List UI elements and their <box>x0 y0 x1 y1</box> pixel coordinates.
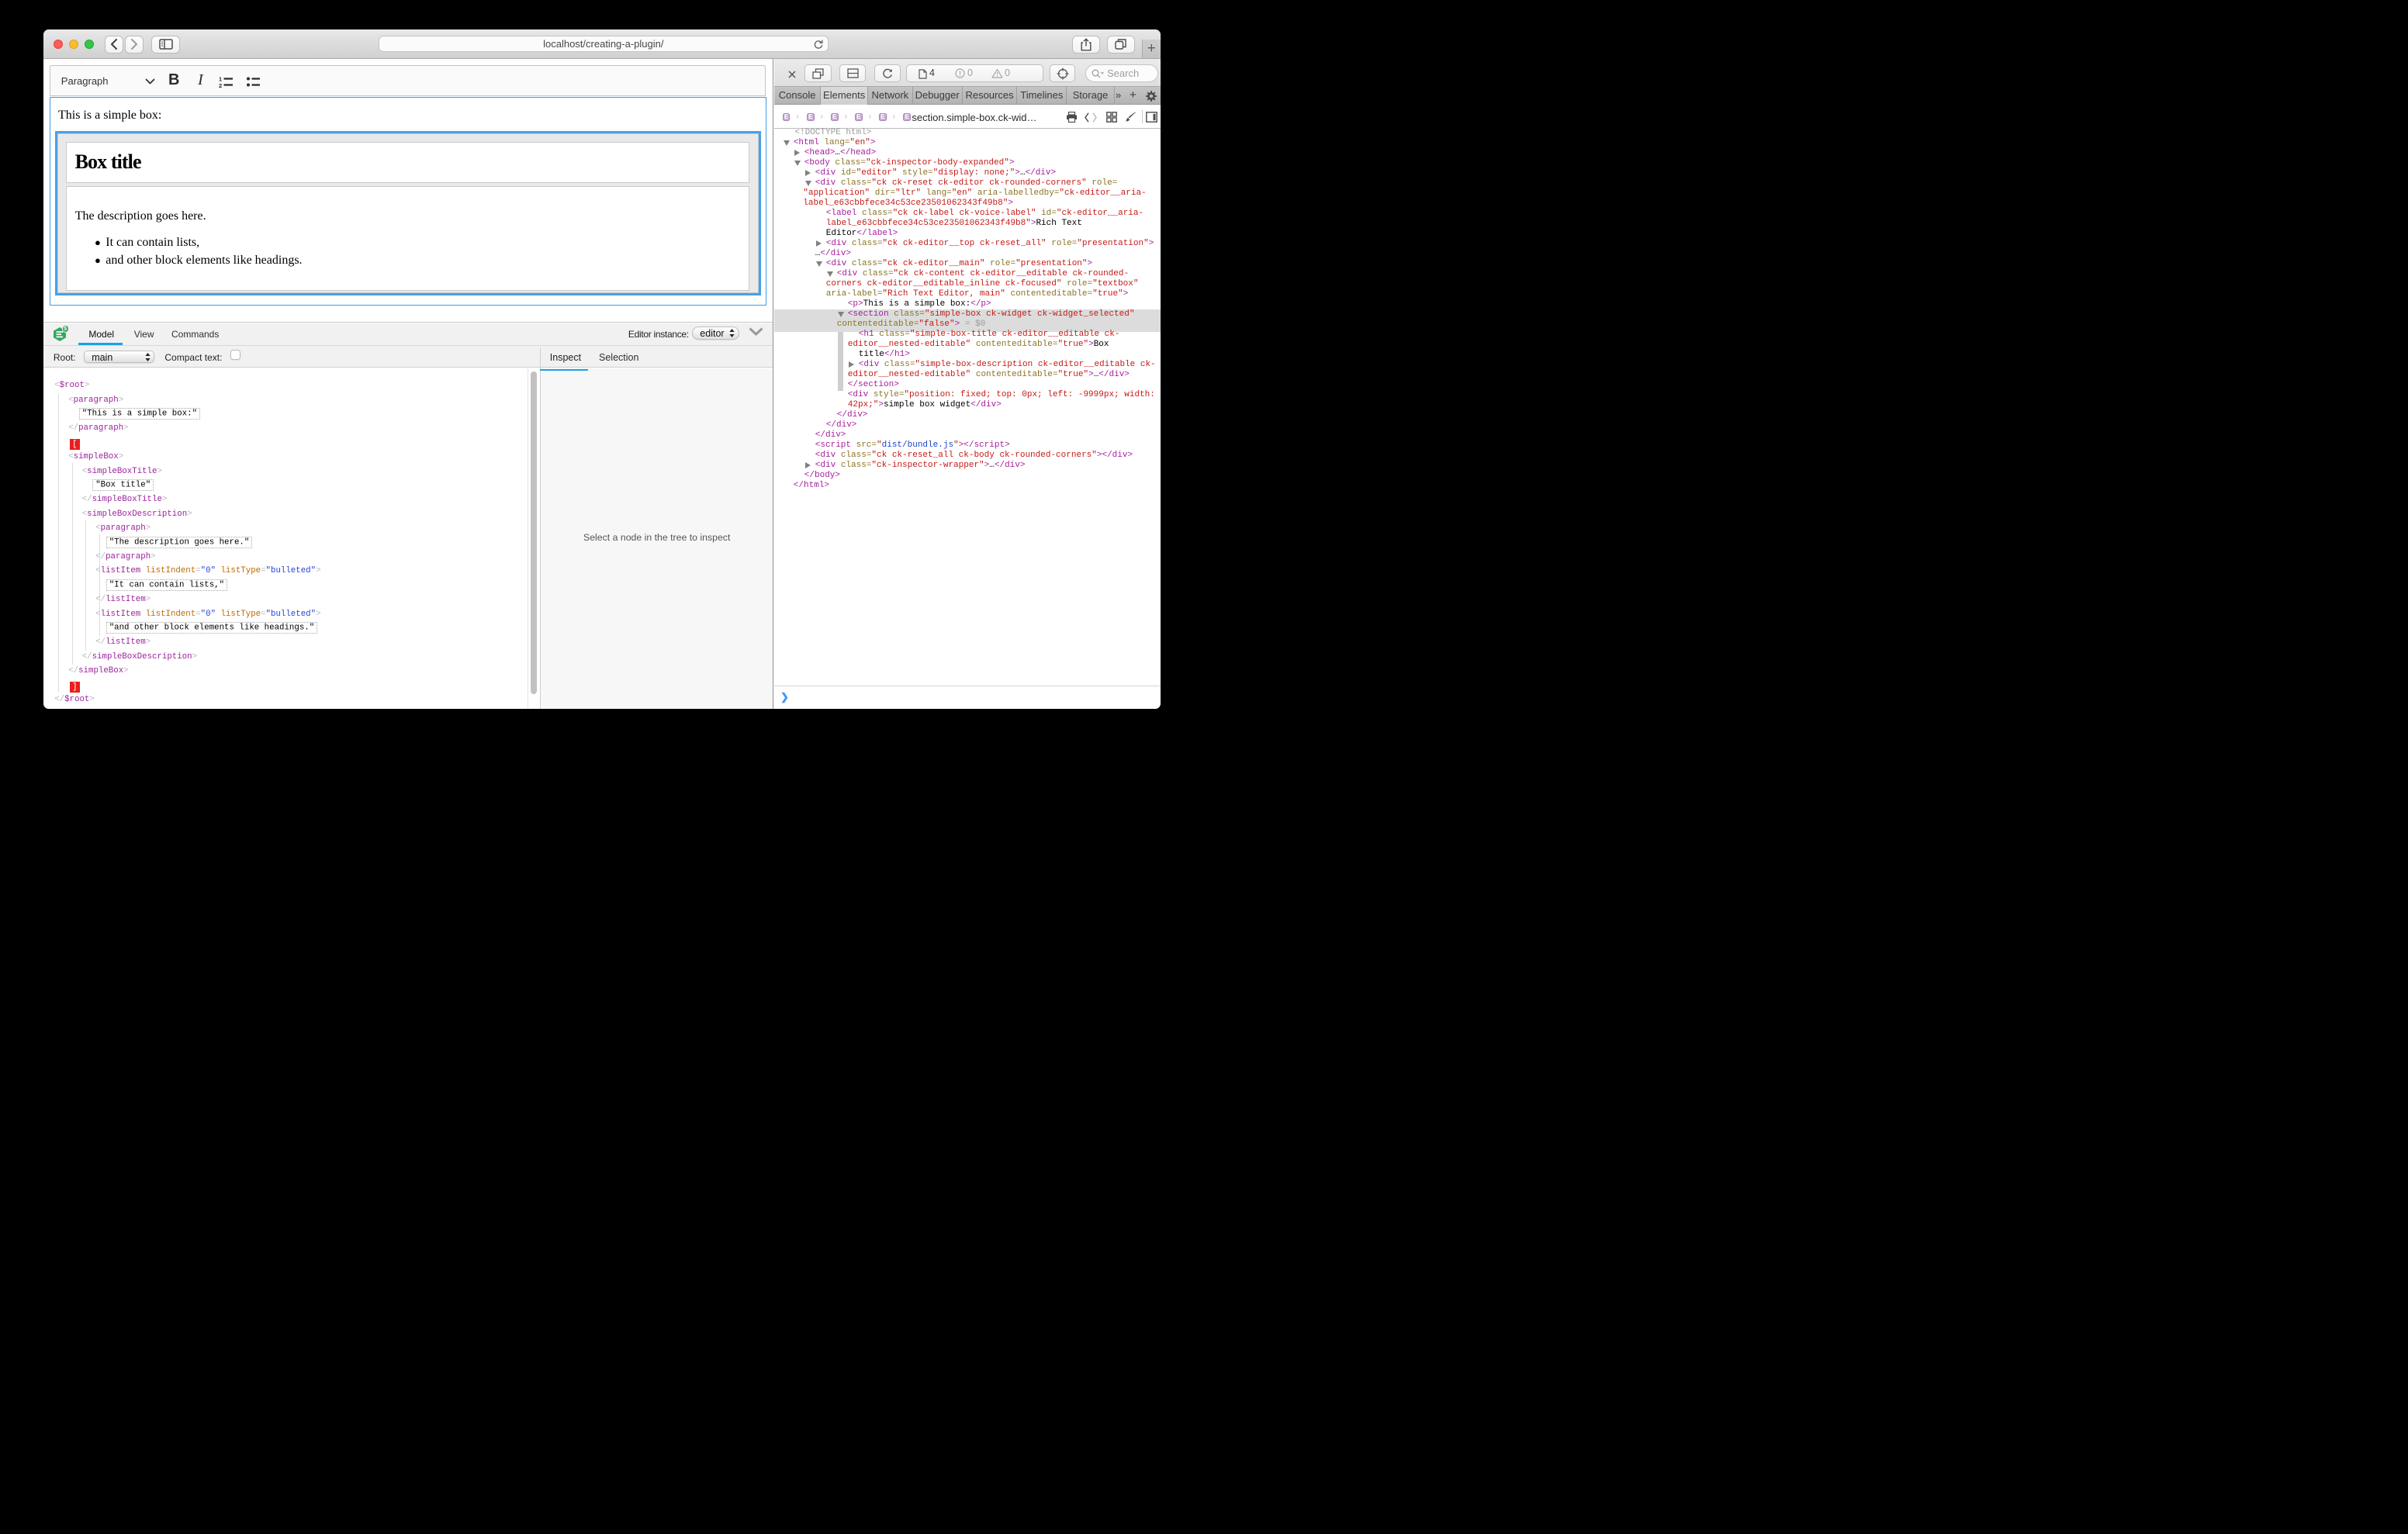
svg-text:2: 2 <box>219 82 222 88</box>
